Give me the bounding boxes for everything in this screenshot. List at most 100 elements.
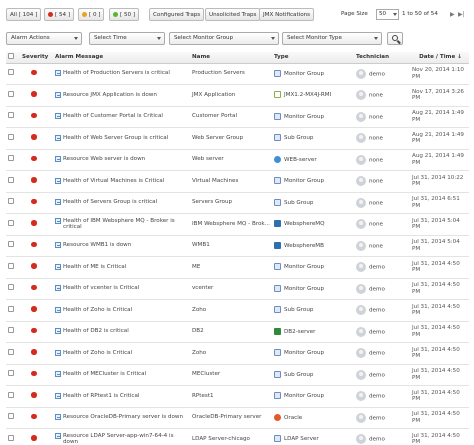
column-name[interactable]: Name	[190, 52, 272, 64]
alarm-details-icon[interactable]	[55, 113, 61, 120]
alarm-details-icon[interactable]	[55, 156, 61, 163]
row-checkbox[interactable]	[8, 112, 14, 119]
column-type[interactable]: Type	[272, 52, 354, 64]
monitor-name-link[interactable]: WMB1	[192, 242, 210, 248]
column-technician[interactable]: Technician	[354, 52, 410, 64]
filter-critical-button[interactable]: [ 54 ]	[44, 8, 75, 21]
table-row[interactable]: Health of IBM Websphere MQ - Broker is c…	[6, 213, 469, 236]
next-page-icon[interactable]: ▶	[450, 11, 455, 18]
alarm-message-link[interactable]: Health of Customer Portal is Critical	[63, 113, 163, 120]
table-row[interactable]: Resource WMB1 is down WMB1 WebsphereMB none…	[6, 235, 469, 257]
table-row[interactable]: Health of Customer Portal is Critical Cus…	[6, 106, 469, 128]
row-checkbox[interactable]	[8, 69, 14, 76]
monitor-name-link[interactable]: Web Server Group	[192, 135, 243, 141]
technician-name[interactable]: none	[369, 136, 383, 142]
technician-name[interactable]: demo	[369, 415, 385, 421]
alarm-message-link[interactable]: Resource LDAP Server-app-win7-64-4 is do…	[63, 433, 190, 445]
monitor-name-link[interactable]: DB2	[192, 328, 204, 334]
table-row[interactable]: Health of Production Servers is critical…	[6, 63, 469, 85]
alarm-details-icon[interactable]	[55, 306, 61, 313]
technician-name[interactable]: none	[369, 157, 383, 163]
alarm-message-link[interactable]: Health of Web Server Group is critical	[63, 135, 168, 142]
table-row[interactable]: Resource Web server is down Web server WEB…	[6, 149, 469, 171]
alarm-details-icon[interactable]	[55, 177, 61, 184]
jmx-notifications-button[interactable]: JMX Notifications	[259, 8, 315, 21]
last-page-icon[interactable]: ▶|	[458, 11, 465, 18]
row-checkbox[interactable]	[8, 262, 14, 269]
table-row[interactable]: Resource LDAP Server-app-win7-64-4 is do…	[6, 428, 469, 445]
row-checkbox[interactable]	[8, 198, 14, 205]
alarm-message-link[interactable]: Health of Servers Group is critical	[63, 199, 157, 206]
alarm-details-icon[interactable]	[55, 392, 61, 399]
alarm-details-icon[interactable]	[55, 134, 61, 141]
alarm-message-link[interactable]: Resource Web server is down	[63, 156, 145, 163]
technician-name[interactable]: demo	[369, 265, 385, 271]
technician-name[interactable]: demo	[369, 329, 385, 335]
alarm-actions-dropdown[interactable]: Alarm Actions	[6, 32, 82, 45]
select-monitor-group-dropdown[interactable]: Select Monitor Group	[169, 32, 279, 45]
alarm-details-icon[interactable]	[55, 242, 61, 249]
technician-name[interactable]: demo	[369, 286, 385, 292]
technician-name[interactable]: demo	[369, 394, 385, 400]
monitor-name-link[interactable]: Web server	[192, 156, 224, 162]
alarm-message-link[interactable]: Health of IBM Websphere MQ - Broker is c…	[63, 218, 190, 231]
monitor-name-link[interactable]: Virtual Machines	[192, 178, 238, 184]
monitor-name-link[interactable]: Customer Portal	[192, 113, 237, 119]
technician-name[interactable]: none	[369, 200, 383, 206]
alarm-message-link[interactable]: Health of ME is Critical	[63, 264, 126, 271]
page-size-select[interactable]: 50	[376, 9, 399, 20]
table-row[interactable]: Health of vcenter is Critical vcenter Moni…	[6, 278, 469, 300]
alarm-message-link[interactable]: Resource OracleDB-Primary server is down	[63, 414, 183, 421]
configured-traps-button[interactable]: Configured Traps	[149, 8, 205, 21]
row-checkbox[interactable]	[8, 434, 14, 441]
row-checkbox[interactable]	[8, 305, 14, 312]
technician-name[interactable]: demo	[369, 71, 385, 77]
unsolicited-traps-button[interactable]: Unsolicited Traps	[205, 8, 261, 21]
alarm-message-link[interactable]: Health of MECluster is Critical	[63, 371, 146, 378]
technician-name[interactable]: none	[369, 222, 383, 228]
monitor-name-link[interactable]: IBM Websphere MQ - Brok...	[192, 221, 270, 227]
monitor-name-link[interactable]: RPtest1	[192, 393, 214, 399]
table-row[interactable]: Health of Zoho is Critical Zoho Monitor Gr…	[6, 342, 469, 365]
column-severity[interactable]: Severity	[20, 52, 53, 64]
monitor-name-link[interactable]: JMX Application	[192, 92, 235, 98]
technician-name[interactable]: demo	[369, 372, 385, 378]
row-checkbox[interactable]	[8, 241, 14, 248]
monitor-name-link[interactable]: vcenter	[192, 285, 213, 291]
technician-name[interactable]: demo	[369, 351, 385, 357]
monitor-name-link[interactable]: Production Servers	[192, 70, 245, 76]
monitor-name-link[interactable]: Zoho	[192, 307, 206, 313]
alarm-message-link[interactable]: Health of Virtual Machines is Critical	[63, 178, 164, 185]
table-row[interactable]: Health of Virtual Machines is Critical Vi…	[6, 170, 469, 193]
filter-warning-button[interactable]: [ 0 ]	[78, 8, 105, 21]
monitor-name-link[interactable]: LDAP Server-chicago	[192, 436, 250, 442]
alarm-message-link[interactable]: Health of DB2 is critical	[63, 328, 129, 335]
select-all-checkbox[interactable]	[8, 53, 14, 60]
alarm-details-icon[interactable]	[55, 91, 61, 98]
alarm-details-icon[interactable]	[55, 371, 61, 378]
alarm-message-link[interactable]: Resource JMX Application is down	[63, 92, 157, 99]
table-row[interactable]: Resource OracleDB-Primary server is down…	[6, 407, 469, 429]
table-row[interactable]: Health of Servers Group is critical Serve…	[6, 192, 469, 214]
monitor-name-link[interactable]: MECluster	[192, 371, 220, 377]
select-time-dropdown[interactable]: Select Time	[89, 32, 165, 45]
row-checkbox[interactable]	[8, 413, 14, 420]
alarm-details-icon[interactable]	[55, 263, 61, 270]
table-row[interactable]: Resource JMX Application is down JMX Appl…	[6, 84, 469, 107]
alarm-details-icon[interactable]	[55, 414, 61, 421]
alarm-message-link[interactable]: Health of vcenter is Critical	[63, 285, 139, 292]
alarm-message-link[interactable]: Health of Zoho is Critical	[63, 307, 132, 314]
table-row[interactable]: Health of RPtest1 is Critical RPtest1 Moni…	[6, 385, 469, 408]
technician-name[interactable]: none	[369, 243, 383, 249]
alarm-message-link[interactable]: Health of Zoho is Critical	[63, 350, 132, 357]
alarm-details-icon[interactable]	[55, 285, 61, 292]
table-row[interactable]: Health of DB2 is critical DB2 DB2-server de…	[6, 321, 469, 343]
technician-name[interactable]: none	[369, 114, 383, 120]
row-checkbox[interactable]	[8, 284, 14, 291]
alarm-details-icon[interactable]	[55, 349, 61, 356]
technician-name[interactable]: none	[369, 93, 383, 99]
search-button[interactable]	[387, 32, 403, 45]
row-checkbox[interactable]	[8, 219, 14, 226]
alarm-details-icon[interactable]	[55, 199, 61, 206]
row-checkbox[interactable]	[8, 90, 14, 97]
